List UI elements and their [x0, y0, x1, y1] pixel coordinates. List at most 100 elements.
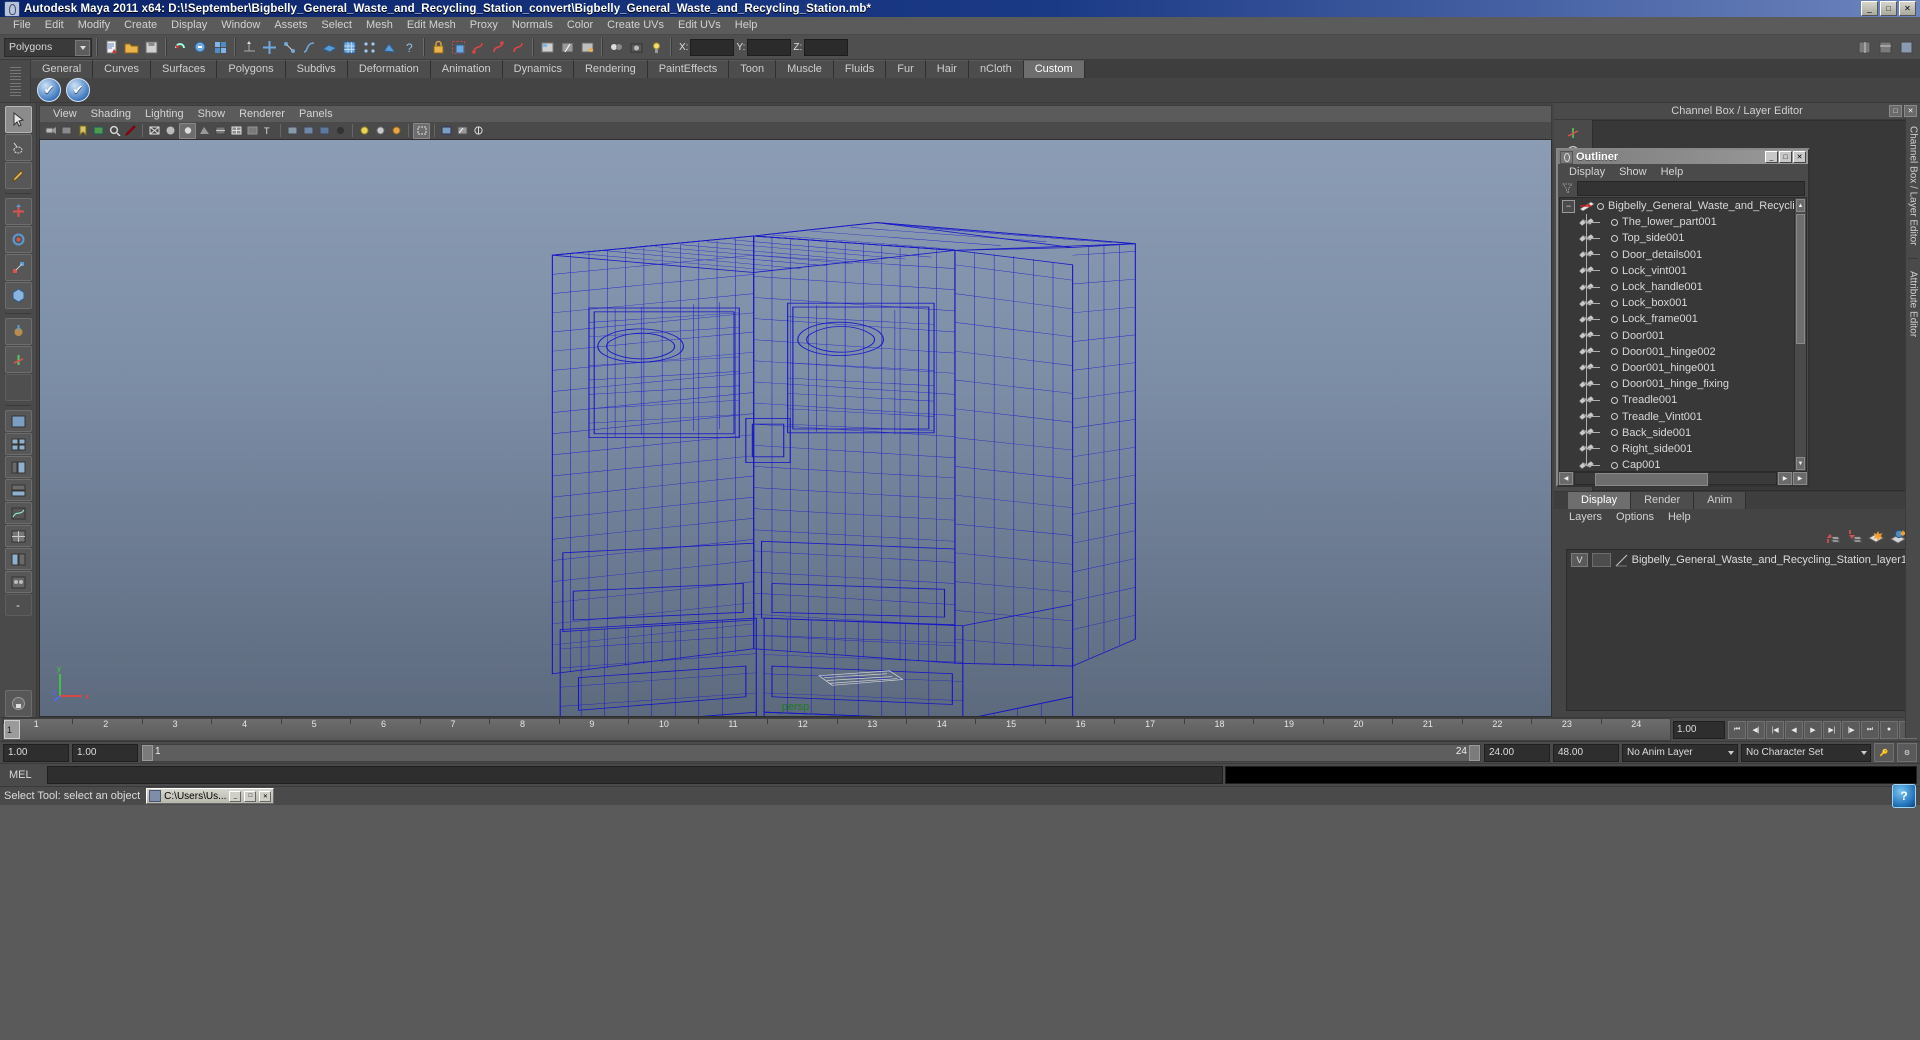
wireframe-on-shaded-icon[interactable] [229, 124, 244, 138]
select-camera-icon[interactable] [43, 124, 58, 138]
construction-history-icon[interactable] [509, 38, 528, 57]
move-tool-icon[interactable] [4, 198, 32, 225]
shelf-tab-custom[interactable]: Custom [1023, 60, 1085, 78]
x-input[interactable] [690, 38, 735, 56]
shelf-tab-dynamics[interactable]: Dynamics [502, 60, 574, 78]
taskbar-close-button[interactable]: ✕ [259, 790, 272, 802]
show-channel-box-icon[interactable] [1855, 38, 1874, 57]
render-current-frame-icon[interactable] [538, 38, 557, 57]
snap-to-curve-icon[interactable] [300, 38, 319, 57]
taskbar-maximize-button[interactable]: □ [244, 790, 257, 802]
menu-select[interactable]: Select [314, 17, 359, 34]
outliner-item-row[interactable]: Top_side001 [1560, 230, 1806, 246]
outliner-maximize-button[interactable]: □ [1779, 151, 1792, 163]
snap-to-point-icon[interactable] [280, 38, 299, 57]
shelf-tab-toon[interactable]: Toon [729, 60, 777, 78]
show-manipulator-tool-icon[interactable] [4, 346, 32, 373]
scroll-left-arrow-icon[interactable]: ◀ [1559, 472, 1573, 485]
scroll-down-arrow-icon[interactable]: ▼ [1796, 457, 1805, 470]
auto-key-button[interactable]: ● [1880, 720, 1898, 739]
chevron-down-icon[interactable] [75, 39, 90, 56]
outliner-item-row[interactable]: Lock_box001 [1560, 295, 1806, 311]
selection-dot-icon[interactable] [1611, 461, 1618, 469]
scroll-up-arrow-icon[interactable]: ▲ [1796, 199, 1805, 212]
menu-display[interactable]: Display [164, 17, 214, 34]
wireframe-shading-icon[interactable] [147, 124, 162, 138]
shelf-tab-deformation[interactable]: Deformation [347, 60, 431, 78]
snap-to-vertex-icon[interactable] [360, 38, 379, 57]
outliner-close-button[interactable]: ✕ [1793, 151, 1806, 163]
menu-create-uvs[interactable]: Create UVs [600, 17, 671, 34]
playback-end-field[interactable]: 24.00 [1484, 743, 1550, 762]
outliner-item-row[interactable]: Door001_hinge_fixing [1560, 376, 1806, 392]
outliner-horizontal-scrollbar[interactable]: ◀ ▶ ▶ [1558, 472, 1808, 486]
layer-color-swatch-icon[interactable] [1615, 554, 1628, 567]
help-icon[interactable]: ? [1892, 784, 1916, 808]
render-settings-icon[interactable] [578, 38, 597, 57]
menu-edit-mesh[interactable]: Edit Mesh [400, 17, 463, 34]
anim-layer-selector[interactable]: No Anim Layer [1622, 743, 1738, 762]
viewport-menu-lighting[interactable]: Lighting [138, 106, 191, 122]
open-scene-icon[interactable] [122, 38, 141, 57]
filter-icon[interactable] [1561, 182, 1574, 195]
panel-close-button[interactable]: ✕ [1904, 105, 1917, 117]
lasso-tool-icon[interactable] [4, 134, 32, 161]
scroll-right-end-arrow-icon[interactable]: ▶ [1793, 472, 1807, 485]
redo-icon[interactable] [191, 38, 210, 57]
outliner-search-input[interactable] [1577, 181, 1805, 196]
shelf-tab-general[interactable]: General [31, 60, 94, 78]
dock-label-attribute-editor[interactable]: Attribute Editor [1908, 263, 1919, 345]
menu-set-selector[interactable]: Polygons [4, 37, 92, 57]
bookmark-icon[interactable] [75, 124, 90, 138]
scale-tool-icon[interactable] [4, 254, 32, 281]
shelf-tab-ncloth[interactable]: nCloth [968, 60, 1024, 78]
perspective-viewport[interactable]: persp y x z [39, 139, 1552, 717]
help-question-icon[interactable]: ? [400, 38, 419, 57]
render-region-icon[interactable] [449, 38, 468, 57]
render-view-icon[interactable] [627, 38, 646, 57]
menu-assets[interactable]: Assets [267, 17, 314, 34]
shelf-tab-surfaces[interactable]: Surfaces [150, 60, 218, 78]
expand-collapse-icon[interactable]: − [1562, 199, 1575, 213]
go-to-end-button[interactable]: ⏭ [1861, 720, 1879, 739]
layout-expand-icon[interactable]: - [4, 594, 32, 616]
minimize-button[interactable]: _ [1861, 1, 1878, 16]
scroll-right-arrow-icon[interactable]: ▶ [1778, 472, 1792, 485]
save-scene-icon[interactable] [142, 38, 161, 57]
layout-single-perspective-icon[interactable] [4, 410, 32, 432]
maximize-button[interactable]: □ [1880, 1, 1897, 16]
animation-start-field[interactable]: 1.00 [72, 743, 138, 762]
outliner-title-bar[interactable]: Outliner _ □ ✕ [1558, 150, 1808, 164]
move-layer-down-icon[interactable] [1846, 529, 1862, 544]
selection-dot-icon[interactable] [1597, 202, 1604, 210]
shelf-tab-curves[interactable]: Curves [93, 60, 151, 78]
viewport-menu-view[interactable]: View [46, 106, 84, 122]
scroll-thumb[interactable] [1796, 214, 1805, 344]
shelf-tab-polygons[interactable]: Polygons [217, 60, 286, 78]
animation-end-field[interactable]: 48.00 [1553, 743, 1619, 762]
lock-panel-icon[interactable] [4, 690, 32, 717]
light-orange-icon[interactable] [389, 124, 404, 138]
layer-editor-tab-render[interactable]: Render [1631, 492, 1695, 509]
outliner-item-row[interactable]: The_lower_part001 [1560, 214, 1806, 230]
time-slider[interactable]: 1 1 2 3 4 5 6 7 8 9 10 11 12 13 14 15 16 17 18 19 20 21 22 23 2… [2, 718, 1671, 741]
layer-row[interactable]: V Bigbelly_General_Waste_and_Recycling_St… [1567, 552, 1907, 568]
menu-mesh[interactable]: Mesh [359, 17, 400, 34]
range-left-handle[interactable] [142, 744, 153, 761]
viewport-menu-renderer[interactable]: Renderer [232, 106, 292, 122]
command-output[interactable] [1225, 766, 1917, 784]
outliner-item-row[interactable]: Lock_frame001 [1560, 311, 1806, 327]
selection-dot-icon[interactable] [1611, 251, 1618, 259]
shelf-tab-hair[interactable]: Hair [925, 60, 969, 78]
create-empty-layer-icon[interactable] [1868, 529, 1884, 544]
menu-edit-uvs[interactable]: Edit UVs [671, 17, 728, 34]
outliner-item-row[interactable]: Treadle_Vint001 [1560, 408, 1806, 424]
menu-help[interactable]: Help [728, 17, 765, 34]
step-forward-frame-button[interactable]: ▶| [1823, 720, 1841, 739]
flat-shade-icon[interactable] [197, 124, 212, 138]
selection-dot-icon[interactable] [1611, 315, 1618, 323]
range-start-field[interactable]: 1.00 [3, 743, 69, 762]
panel-undock-button[interactable]: □ [1889, 105, 1902, 117]
outliner-item-row[interactable]: Door001 [1560, 328, 1806, 344]
create-layer-from-selected-icon[interactable] [1890, 529, 1906, 544]
